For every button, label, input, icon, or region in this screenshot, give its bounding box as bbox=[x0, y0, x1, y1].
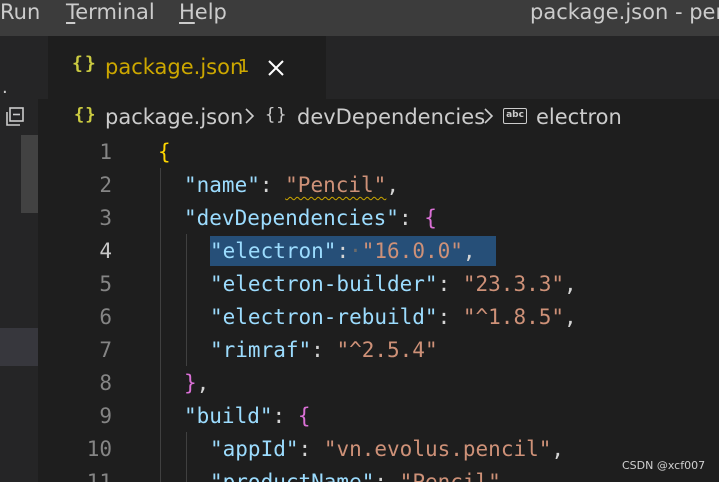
code-text: "devDependencies": { bbox=[184, 206, 437, 230]
code-line: 9 "build": { bbox=[38, 399, 719, 432]
code-text: { bbox=[158, 140, 171, 164]
code-text: "electron-rebuild": "^1.8.5", bbox=[210, 305, 577, 329]
code-text: "appId": "vn.evolus.pencil", bbox=[210, 437, 565, 461]
line-number-active: 4 bbox=[99, 239, 112, 263]
line-number: 3 bbox=[99, 206, 112, 230]
menu-terminal-label: erminal bbox=[75, 0, 155, 24]
line-number: 10 bbox=[86, 437, 112, 461]
vscode-window: Run Terminal Help package.json - penci ·… bbox=[0, 0, 719, 482]
chevron-right-icon bbox=[245, 108, 255, 124]
line-number: 2 bbox=[99, 173, 112, 197]
code-line: 8 }, bbox=[38, 366, 719, 399]
sidebar-scrollbar[interactable] bbox=[21, 135, 38, 213]
menu-terminal-mnemonic: T bbox=[66, 0, 76, 24]
line-number: 8 bbox=[99, 371, 112, 395]
menu-run-label: Run bbox=[0, 0, 41, 24]
window-title: package.json - penci bbox=[530, 0, 719, 24]
breadcrumb-file[interactable]: package.json bbox=[105, 105, 243, 129]
collapse-all-icon[interactable] bbox=[4, 106, 26, 128]
code-line-active: 4 "electron":·"16.0.0", bbox=[38, 234, 719, 267]
code-line: 3 "devDependencies": { bbox=[38, 201, 719, 234]
json-file-icon: {} bbox=[72, 53, 98, 74]
code-line: 6 "electron-rebuild": "^1.8.5", bbox=[38, 300, 719, 333]
line-number: 9 bbox=[99, 404, 112, 428]
json-file-icon: {} bbox=[74, 105, 97, 125]
menu-help[interactable]: Help bbox=[179, 0, 227, 36]
code-line: 7 "rimraf": "^2.5.4" bbox=[38, 333, 719, 366]
code-text: "electron":·"16.0.0", bbox=[210, 239, 476, 263]
title-bar: Run Terminal Help package.json - penci bbox=[0, 0, 719, 36]
code-line: 1 { bbox=[38, 135, 719, 168]
breadcrumb-object[interactable]: devDependencies bbox=[297, 105, 485, 129]
line-number: 11 bbox=[86, 470, 112, 482]
tab-problem-count: 1 bbox=[238, 56, 250, 77]
line-number: 5 bbox=[99, 272, 112, 296]
menu-run[interactable]: Run bbox=[0, 0, 40, 36]
watermark: CSDN @xcf007 bbox=[622, 459, 706, 472]
code-text: "productName": "Pencil", bbox=[210, 470, 514, 482]
menu-help-mnemonic: H bbox=[179, 0, 195, 24]
code-text: "rimraf": "^2.5.4" bbox=[210, 338, 438, 362]
breadcrumb: {} package.json {} devDependencies abc e… bbox=[38, 99, 719, 135]
code-text: "electron-builder": "23.3.3", bbox=[210, 272, 577, 296]
menu-terminal[interactable]: Terminal bbox=[66, 0, 155, 36]
tab-package-json[interactable]: {} package.json 1 bbox=[48, 36, 326, 99]
code-text: "build": { bbox=[184, 404, 311, 428]
object-icon: {} bbox=[265, 105, 288, 125]
sidebar-selected-item[interactable] bbox=[0, 328, 38, 366]
line-number: 6 bbox=[99, 305, 112, 329]
code-line: 2 "name": "Pencil", bbox=[38, 168, 719, 201]
close-icon[interactable] bbox=[262, 54, 290, 82]
tab-bar: {} package.json 1 bbox=[38, 36, 719, 99]
code-editor[interactable]: 1 { 2 "name": "Pencil", 3 "devDependenci… bbox=[38, 135, 719, 482]
side-bar-strip: · bbox=[0, 36, 38, 482]
chevron-right-icon bbox=[484, 108, 494, 124]
code-line: 10 "appId": "vn.evolus.pencil", bbox=[38, 432, 719, 465]
line-number: 1 bbox=[99, 140, 112, 164]
string-type-icon: abc bbox=[503, 108, 527, 124]
code-line: 11 "productName": "Pencil", bbox=[38, 465, 719, 482]
breadcrumb-property[interactable]: electron bbox=[536, 105, 622, 129]
menu-help-label: elp bbox=[194, 0, 227, 24]
more-actions-icon[interactable]: · bbox=[2, 84, 8, 102]
code-text: "name": "Pencil", bbox=[184, 173, 399, 197]
line-number: 7 bbox=[99, 338, 112, 362]
code-line: 5 "electron-builder": "23.3.3", bbox=[38, 267, 719, 300]
tab-label: package.json bbox=[105, 55, 244, 79]
code-text: }, bbox=[184, 371, 210, 395]
